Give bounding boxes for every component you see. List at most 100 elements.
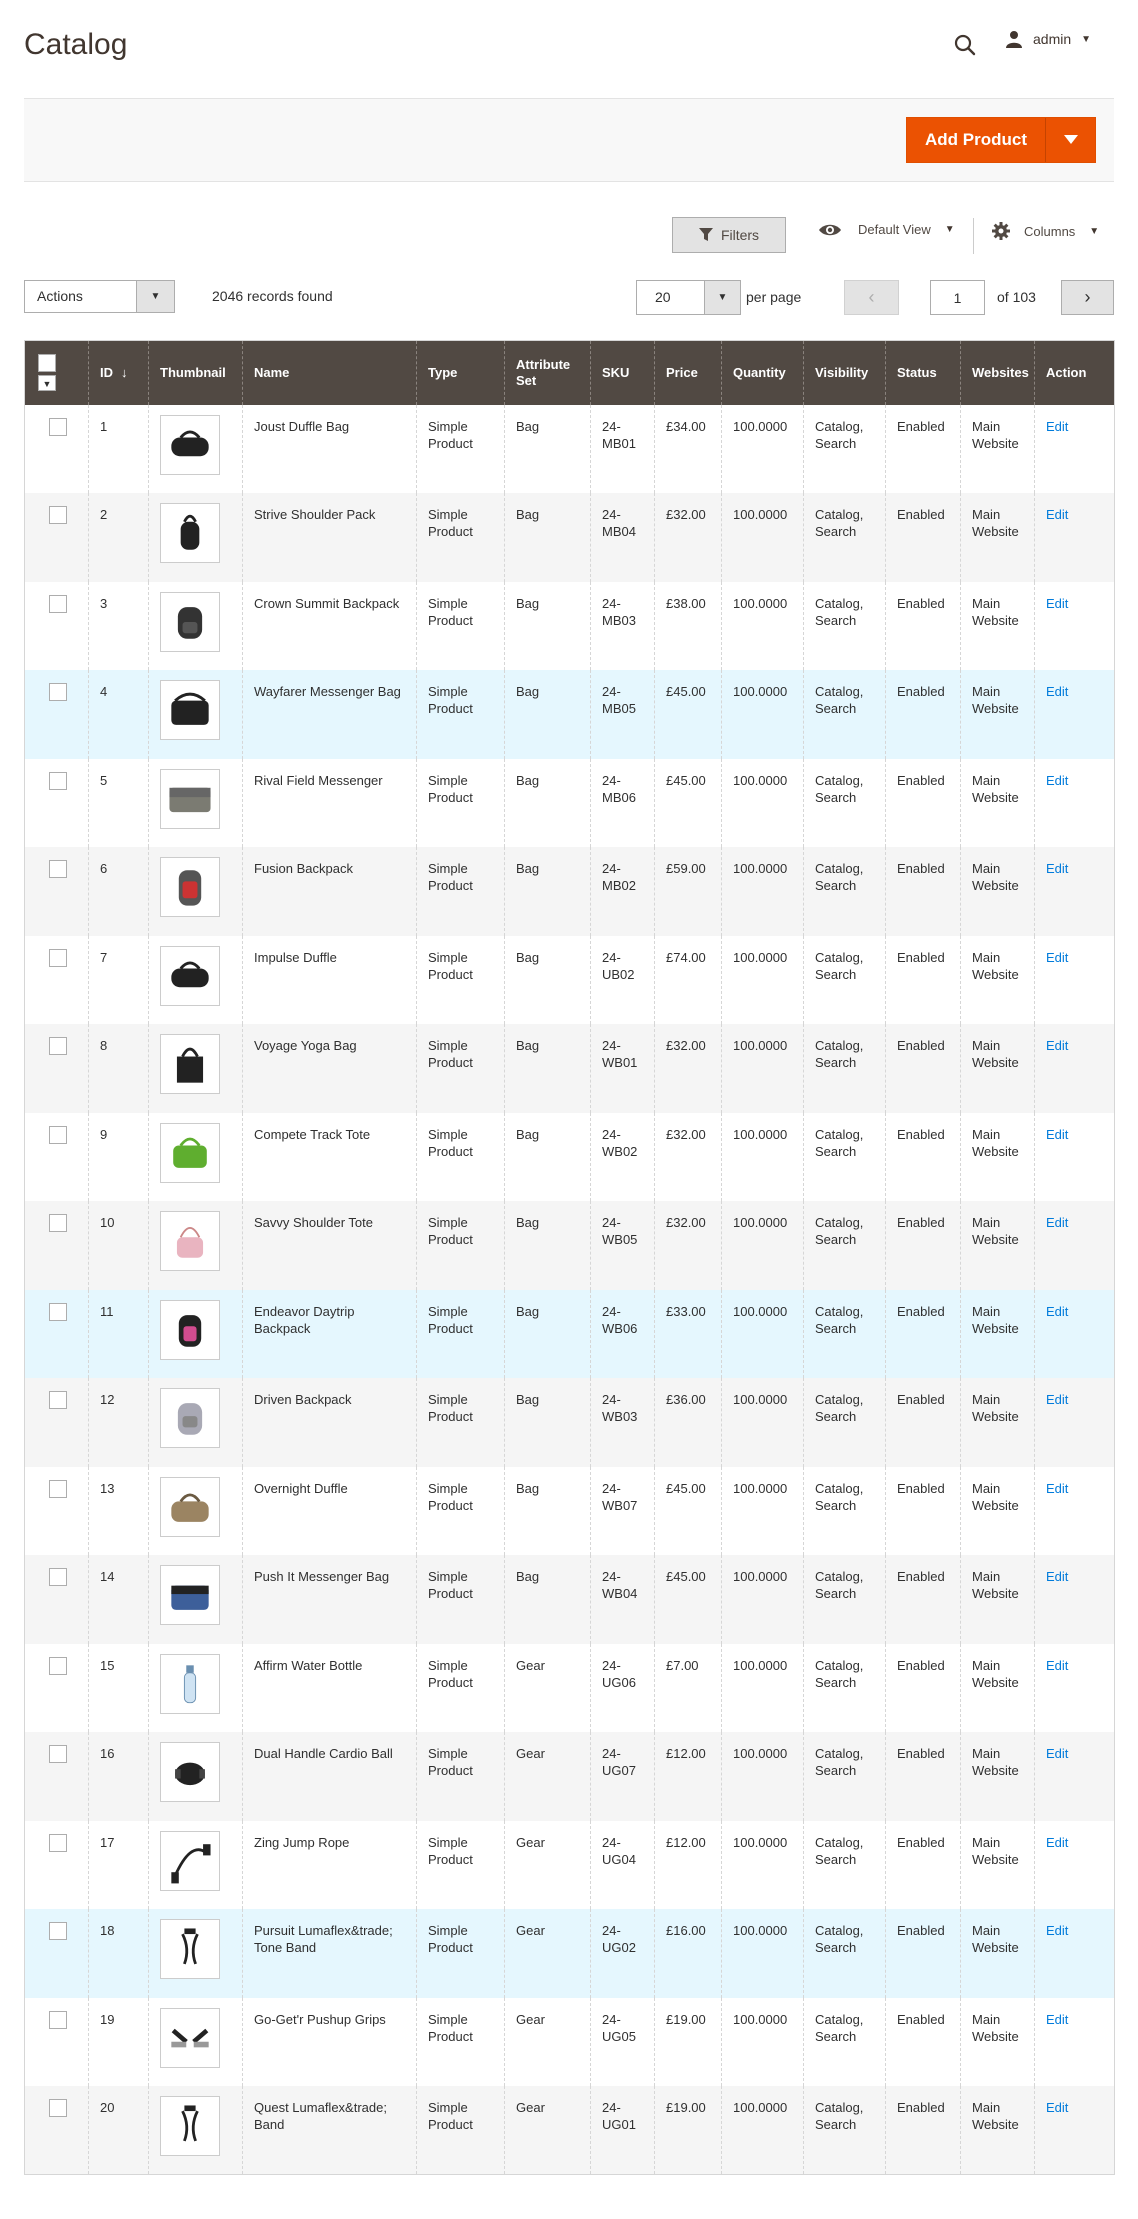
edit-link[interactable]: Edit [1046,1569,1068,1584]
mass-actions-select[interactable]: Actions ▼ [24,280,175,313]
filters-button[interactable]: Filters [672,217,786,253]
row-checkbox[interactable] [49,1833,67,1852]
row-checkbox[interactable] [49,860,67,878]
per-page-select[interactable]: 20 ▼ [636,280,741,315]
row-checkbox[interactable] [49,771,67,790]
table-row[interactable]: 1 Joust Duffle Bag Simple Product Bag 24-MB0… [24,404,1115,493]
row-checkbox[interactable] [49,683,67,701]
product-thumbnail[interactable] [160,1122,220,1183]
row-checkbox[interactable] [49,1656,67,1675]
product-thumbnail[interactable] [160,1476,220,1537]
edit-link[interactable]: Edit [1046,596,1068,611]
row-checkbox[interactable] [49,1922,67,1940]
row-checkbox[interactable] [49,1037,67,1055]
select-all-checkbox[interactable] [38,353,56,372]
table-row[interactable]: 13 Overnight Duffle Simple Product Bag 24-WB… [24,1466,1115,1555]
admin-user-menu[interactable]: admin ▼ [1005,30,1091,48]
edit-link[interactable]: Edit [1046,773,1068,788]
product-thumbnail[interactable] [160,1388,220,1448]
columns-dropdown[interactable]: Columns ▼ [992,222,1099,240]
product-thumbnail[interactable] [160,503,220,563]
mass-select-header[interactable]: ▼ [24,340,89,405]
row-checkbox[interactable] [49,948,67,967]
table-row[interactable]: 17 Zing Jump Rope Simple Product Gear 24-UG0… [24,1820,1115,1909]
table-row[interactable]: 16 Dual Handle Cardio Ball Simple Product G… [24,1732,1115,1821]
add-product-dropdown-toggle[interactable] [1045,118,1095,162]
column-header-id[interactable]: ID ↓ [88,340,149,405]
column-header-type[interactable]: Type [416,340,505,405]
product-thumbnail[interactable] [160,1211,220,1271]
edit-link[interactable]: Edit [1046,2012,1068,2027]
default-view-dropdown[interactable]: Default View ▼ [818,222,955,237]
table-row[interactable]: 5 Rival Field Messenger Simple Product Bag 2… [24,758,1115,847]
product-thumbnail[interactable] [160,2007,220,2068]
column-header-price[interactable]: Price [654,340,722,405]
column-header-name[interactable]: Name [242,340,417,405]
product-thumbnail[interactable] [160,1919,220,1979]
table-row[interactable]: 4 Wayfarer Messenger Bag Simple Product Bag… [24,670,1115,759]
previous-page-button[interactable]: ‹ [844,280,899,315]
row-checkbox[interactable] [49,1568,67,1586]
column-header-quantity[interactable]: Quantity [721,340,804,405]
product-thumbnail[interactable] [160,414,220,475]
edit-link[interactable]: Edit [1046,1215,1068,1230]
column-header-visibility[interactable]: Visibility [803,340,886,405]
table-row[interactable]: 11 Endeavor Daytrip Backpack Simple Produc… [24,1289,1115,1378]
table-row[interactable]: 10 Savvy Shoulder Tote Simple Product Bag 24… [24,1201,1115,1290]
table-row[interactable]: 14 Push It Messenger Bag Simple Product Bag… [24,1555,1115,1644]
table-row[interactable]: 6 Fusion Backpack Simple Product Bag 24-MB02… [24,847,1115,936]
row-checkbox[interactable] [49,1391,67,1409]
column-header-websites[interactable]: Websites [960,340,1035,405]
row-checkbox[interactable] [49,2099,67,2117]
row-checkbox[interactable] [49,506,67,524]
column-header-attribute-set[interactable]: Attribute Set [504,340,591,405]
add-product-button[interactable]: Add Product [906,117,1096,163]
table-row[interactable]: 7 Impulse Duffle Simple Product Bag 24-UB02 £… [24,935,1115,1024]
edit-link[interactable]: Edit [1046,1923,1068,1938]
chevron-down-icon[interactable]: ▼ [38,374,56,391]
edit-link[interactable]: Edit [1046,1746,1068,1761]
edit-link[interactable]: Edit [1046,1392,1068,1407]
column-header-status[interactable]: Status [885,340,961,405]
edit-link[interactable]: Edit [1046,684,1068,699]
row-checkbox[interactable] [49,1479,67,1498]
product-thumbnail[interactable] [160,1830,220,1891]
row-checkbox[interactable] [49,1214,67,1232]
product-thumbnail[interactable] [160,945,220,1006]
row-checkbox[interactable] [49,1745,67,1763]
table-row[interactable]: 3 Crown Summit Backpack Simple Product Bag 2… [24,581,1115,670]
table-row[interactable]: 19 Go-Get'r Pushup Grips Simple Product Gea… [24,1997,1115,2086]
product-thumbnail[interactable] [160,680,220,740]
table-row[interactable]: 15 Affirm Water Bottle Simple Product Gear 2… [24,1643,1115,1732]
edit-link[interactable]: Edit [1046,1835,1068,1850]
edit-link[interactable]: Edit [1046,1304,1068,1319]
edit-link[interactable]: Edit [1046,1481,1068,1496]
product-thumbnail[interactable] [160,1299,220,1360]
row-checkbox[interactable] [49,1125,67,1144]
edit-link[interactable]: Edit [1046,2100,1068,2115]
row-checkbox[interactable] [49,2010,67,2029]
row-checkbox[interactable] [49,594,67,613]
table-row[interactable]: 20 Quest Lumaflex&trade; Band Simple Produ… [24,2086,1115,2175]
next-page-button[interactable]: › [1061,280,1114,315]
table-row[interactable]: 8 Voyage Yoga Bag Simple Product Bag 24-WB01… [24,1024,1115,1113]
row-checkbox[interactable] [49,417,67,436]
product-thumbnail[interactable] [160,857,220,917]
table-row[interactable]: 9 Compete Track Tote Simple Product Bag 24-W… [24,1112,1115,1201]
product-thumbnail[interactable] [160,1565,220,1625]
table-row[interactable]: 2 Strive Shoulder Pack Simple Product Bag 24… [24,493,1115,582]
product-thumbnail[interactable] [160,768,220,829]
edit-link[interactable]: Edit [1046,507,1068,522]
edit-link[interactable]: Edit [1046,419,1068,434]
product-thumbnail[interactable] [160,1742,220,1802]
product-thumbnail[interactable] [160,1653,220,1714]
product-thumbnail[interactable] [160,591,220,652]
edit-link[interactable]: Edit [1046,1038,1068,1053]
product-thumbnail[interactable] [160,2096,220,2156]
edit-link[interactable]: Edit [1046,861,1068,876]
product-thumbnail[interactable] [160,1034,220,1094]
edit-link[interactable]: Edit [1046,1127,1068,1142]
page-number-input[interactable] [930,280,985,315]
edit-link[interactable]: Edit [1046,950,1068,965]
column-header-sku[interactable]: SKU [590,340,655,405]
